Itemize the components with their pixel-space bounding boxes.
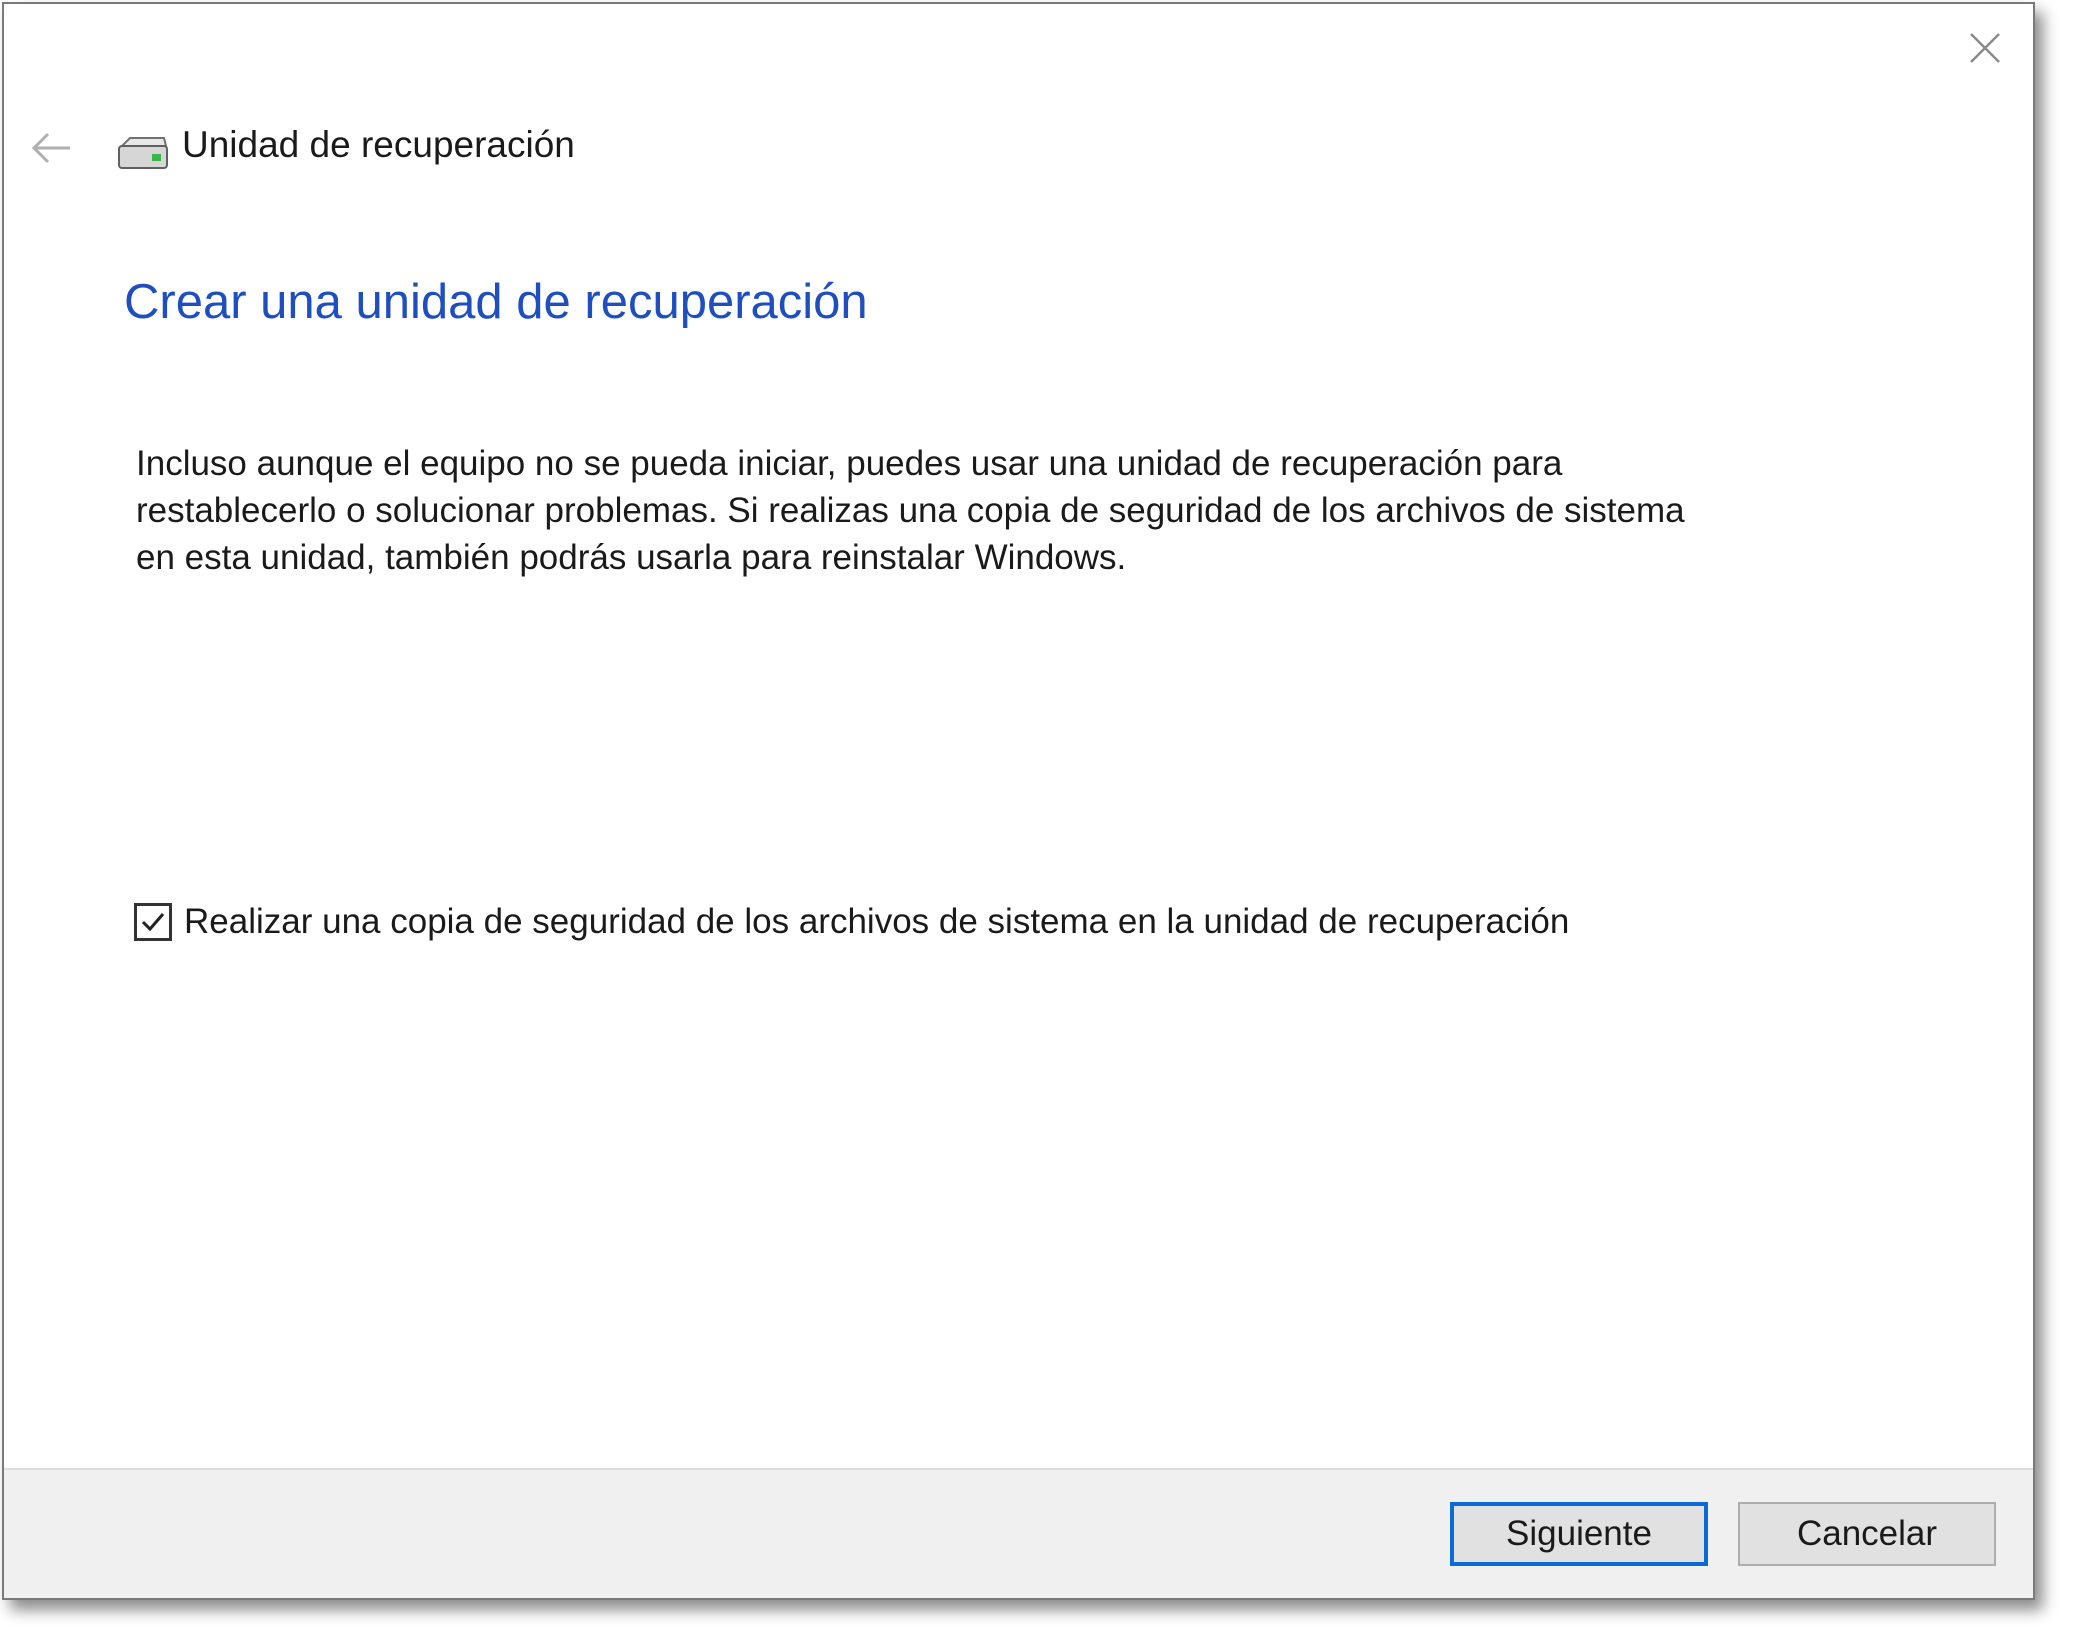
checkmark-icon: [141, 913, 165, 932]
close-button[interactable]: [1955, 18, 2015, 78]
dialog-footer: Siguiente Cancelar: [4, 1468, 2033, 1598]
cancel-button[interactable]: Cancelar: [1738, 1502, 1996, 1566]
description-text: Incluso aunque el equipo no se pueda ini…: [136, 444, 1685, 577]
backup-system-files-option[interactable]: Realizar una copia de seguridad de los a…: [134, 902, 1569, 942]
drive-icon: [116, 134, 170, 174]
window-header: Unidad de recuperación: [4, 112, 904, 182]
backup-system-files-checkbox[interactable]: [134, 903, 172, 941]
back-button[interactable]: [22, 118, 82, 178]
backup-system-files-label[interactable]: Realizar una copia de seguridad de los a…: [184, 902, 1569, 942]
recovery-drive-window: Unidad de recuperación Crear una unidad …: [2, 2, 2035, 1600]
window-title: Unidad de recuperación: [182, 124, 575, 165]
page-title: Crear una unidad de recuperación: [124, 275, 868, 329]
arrow-left-icon: [31, 132, 70, 164]
next-button[interactable]: Siguiente: [1450, 1502, 1708, 1566]
close-icon: [1970, 33, 2000, 63]
